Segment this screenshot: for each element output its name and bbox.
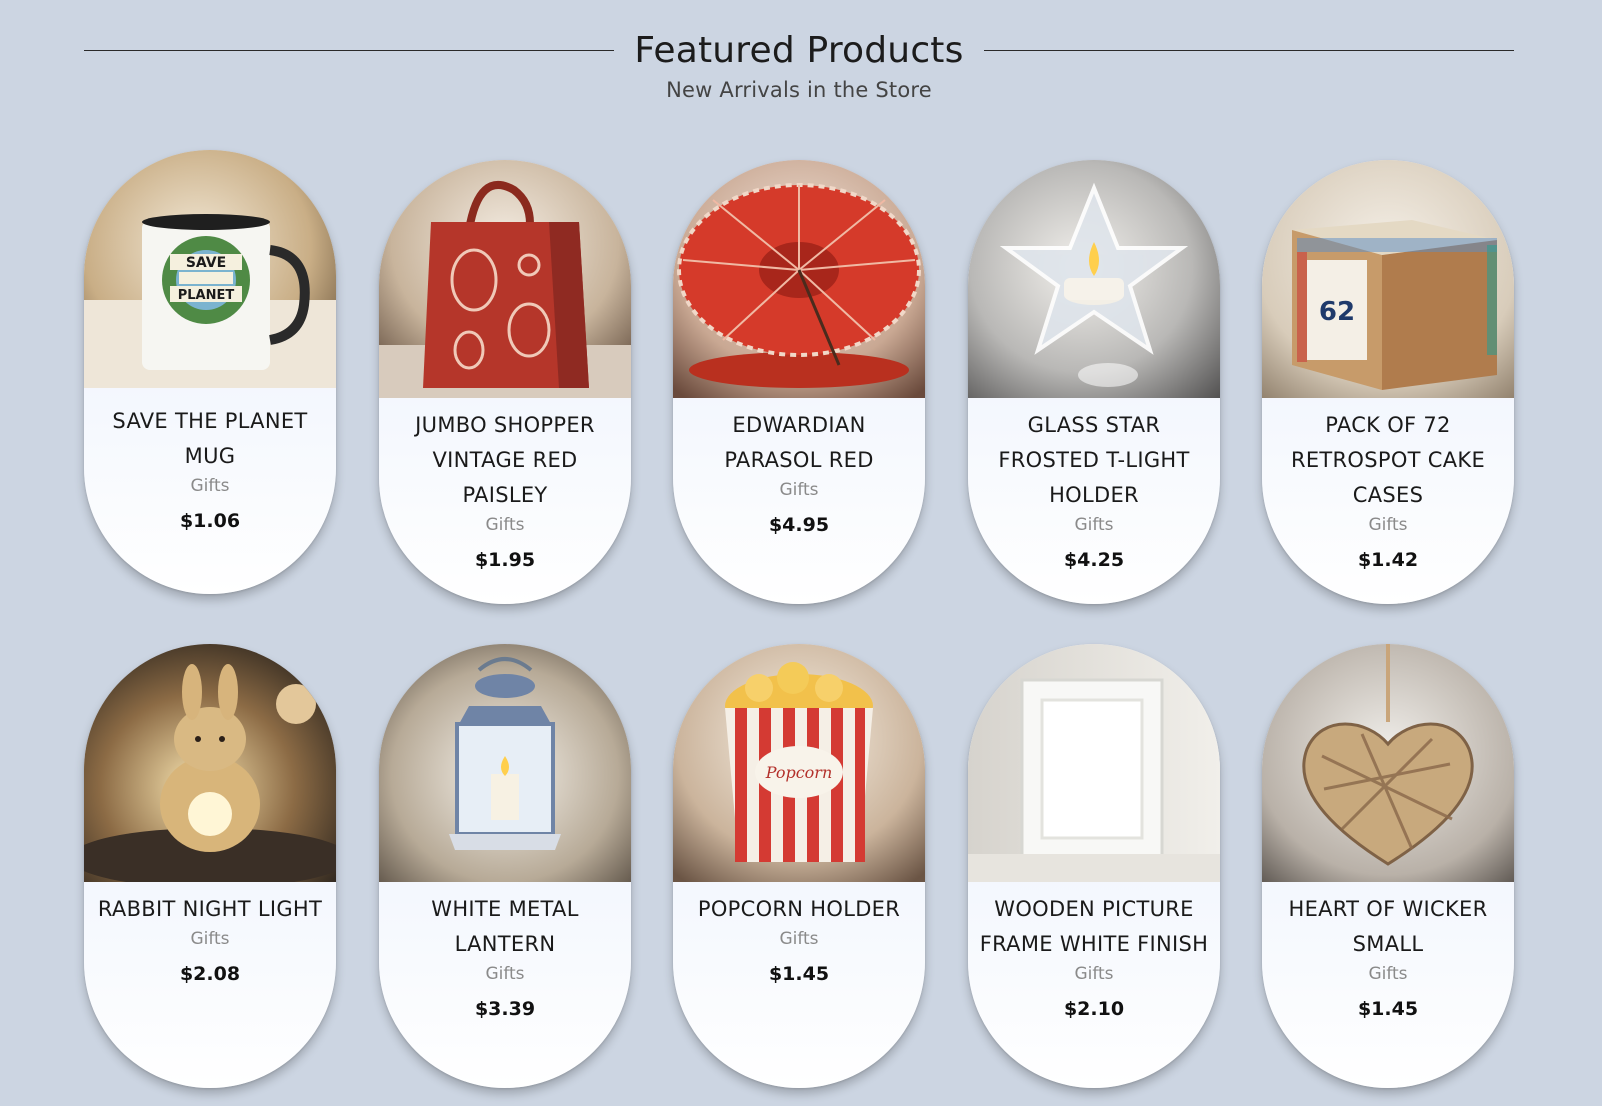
product-name[interactable]: WHITE METAL LANTERN xyxy=(379,892,631,962)
product-info: PACK OF 72 RETROSPOT CAKE CASES Gifts $1… xyxy=(1262,408,1514,575)
product-price: $2.08 xyxy=(179,963,241,985)
product-info: WOODEN PICTURE FRAME WHITE FINISH Gifts … xyxy=(968,892,1220,1024)
paisley-tote-bag-image[interactable] xyxy=(379,160,631,398)
page-title: Featured Products xyxy=(634,29,964,71)
svg-text:Popcorn: Popcorn xyxy=(765,763,833,782)
product-name[interactable]: GLASS STAR FROSTED T-LIGHT HOLDER xyxy=(968,408,1220,513)
left-divider xyxy=(84,49,615,51)
product-card[interactable]: 62 PACK OF 72 RETROSPOT CAKE CASES Gifts… xyxy=(1262,160,1514,604)
product-category: Gifts xyxy=(1074,964,1114,984)
product-category: Gifts xyxy=(485,964,525,984)
product-card[interactable]: HEART OF WICKER SMALL Gifts $1.45 xyxy=(1262,644,1514,1088)
product-category: Gifts xyxy=(485,515,525,535)
product-name[interactable]: HEART OF WICKER SMALL xyxy=(1262,892,1514,962)
product-price: $3.39 xyxy=(474,998,536,1020)
product-category: Gifts xyxy=(1368,964,1408,984)
product-price: $4.25 xyxy=(1063,549,1125,571)
product-price: $2.10 xyxy=(1063,998,1125,1020)
product-card[interactable]: WOODEN PICTURE FRAME WHITE FINISH Gifts … xyxy=(968,644,1220,1088)
product-info: JUMBO SHOPPER VINTAGE RED PAISLEY Gifts … xyxy=(379,408,631,575)
product-info: POPCORN HOLDER Gifts $1.45 xyxy=(673,892,925,989)
product-name[interactable]: EDWARDIAN PARASOL RED xyxy=(673,408,925,478)
product-category: Gifts xyxy=(190,476,230,496)
product-name[interactable]: POPCORN HOLDER xyxy=(673,892,925,927)
product-category: Gifts xyxy=(779,929,819,949)
product-grid: SAVE PLANET SAVE THE PLANET MUG Gifts $1… xyxy=(84,150,1514,1090)
product-info: GLASS STAR FROSTED T-LIGHT HOLDER Gifts … xyxy=(968,408,1220,575)
right-divider xyxy=(983,49,1514,51)
cake-cases-box-image[interactable]: 62 xyxy=(1262,160,1514,398)
mug-text-icon: SAVE xyxy=(186,255,226,271)
product-price: $4.95 xyxy=(768,514,830,536)
section-header: Featured Products New Arrivals in the St… xyxy=(84,22,1514,122)
product-price: $1.42 xyxy=(1357,549,1419,571)
product-info: HEART OF WICKER SMALL Gifts $1.45 xyxy=(1262,892,1514,1024)
product-price: $1.95 xyxy=(474,549,536,571)
product-card[interactable]: SAVE PLANET SAVE THE PLANET MUG Gifts $1… xyxy=(84,150,336,594)
product-name[interactable]: JUMBO SHOPPER VINTAGE RED PAISLEY xyxy=(379,408,631,513)
star-candle-holder-image[interactable] xyxy=(968,160,1220,398)
page-subtitle: New Arrivals in the Store xyxy=(666,78,932,102)
product-name[interactable]: RABBIT NIGHT LIGHT xyxy=(84,892,336,927)
title-row: Featured Products xyxy=(84,22,1514,78)
red-parasol-image[interactable] xyxy=(673,160,925,398)
product-category: Gifts xyxy=(1074,515,1114,535)
product-category: Gifts xyxy=(1368,515,1408,535)
wicker-heart-image[interactable] xyxy=(1262,644,1514,882)
product-card[interactable]: EDWARDIAN PARASOL RED Gifts $4.95 xyxy=(673,160,925,604)
product-card[interactable]: WHITE METAL LANTERN Gifts $3.39 xyxy=(379,644,631,1088)
product-price: $1.06 xyxy=(179,510,241,532)
product-card[interactable]: Popcorn POPCORN HOLDER Gifts $1.45 xyxy=(673,644,925,1088)
product-name[interactable]: PACK OF 72 RETROSPOT CAKE CASES xyxy=(1262,408,1514,513)
product-price: $1.45 xyxy=(768,963,830,985)
product-card[interactable]: JUMBO SHOPPER VINTAGE RED PAISLEY Gifts … xyxy=(379,160,631,604)
product-name[interactable]: WOODEN PICTURE FRAME WHITE FINISH xyxy=(968,892,1220,962)
product-card[interactable]: GLASS STAR FROSTED T-LIGHT HOLDER Gifts … xyxy=(968,160,1220,604)
rabbit-lamp-image[interactable] xyxy=(84,644,336,882)
product-card[interactable]: RABBIT NIGHT LIGHT Gifts $2.08 xyxy=(84,644,336,1088)
picture-frame-image[interactable] xyxy=(968,644,1220,882)
product-name[interactable]: SAVE THE PLANET MUG xyxy=(84,404,336,474)
mug-image[interactable]: SAVE PLANET xyxy=(84,150,336,388)
product-info: SAVE THE PLANET MUG Gifts $1.06 xyxy=(84,404,336,536)
popcorn-box-image[interactable]: Popcorn xyxy=(673,644,925,882)
svg-text:62: 62 xyxy=(1319,297,1355,327)
product-category: Gifts xyxy=(190,929,230,949)
product-info: EDWARDIAN PARASOL RED Gifts $4.95 xyxy=(673,408,925,540)
product-category: Gifts xyxy=(779,480,819,500)
product-info: RABBIT NIGHT LIGHT Gifts $2.08 xyxy=(84,892,336,989)
product-price: $1.45 xyxy=(1357,998,1419,1020)
product-info: WHITE METAL LANTERN Gifts $3.39 xyxy=(379,892,631,1024)
svg-text:PLANET: PLANET xyxy=(178,288,235,303)
lantern-image[interactable] xyxy=(379,644,631,882)
